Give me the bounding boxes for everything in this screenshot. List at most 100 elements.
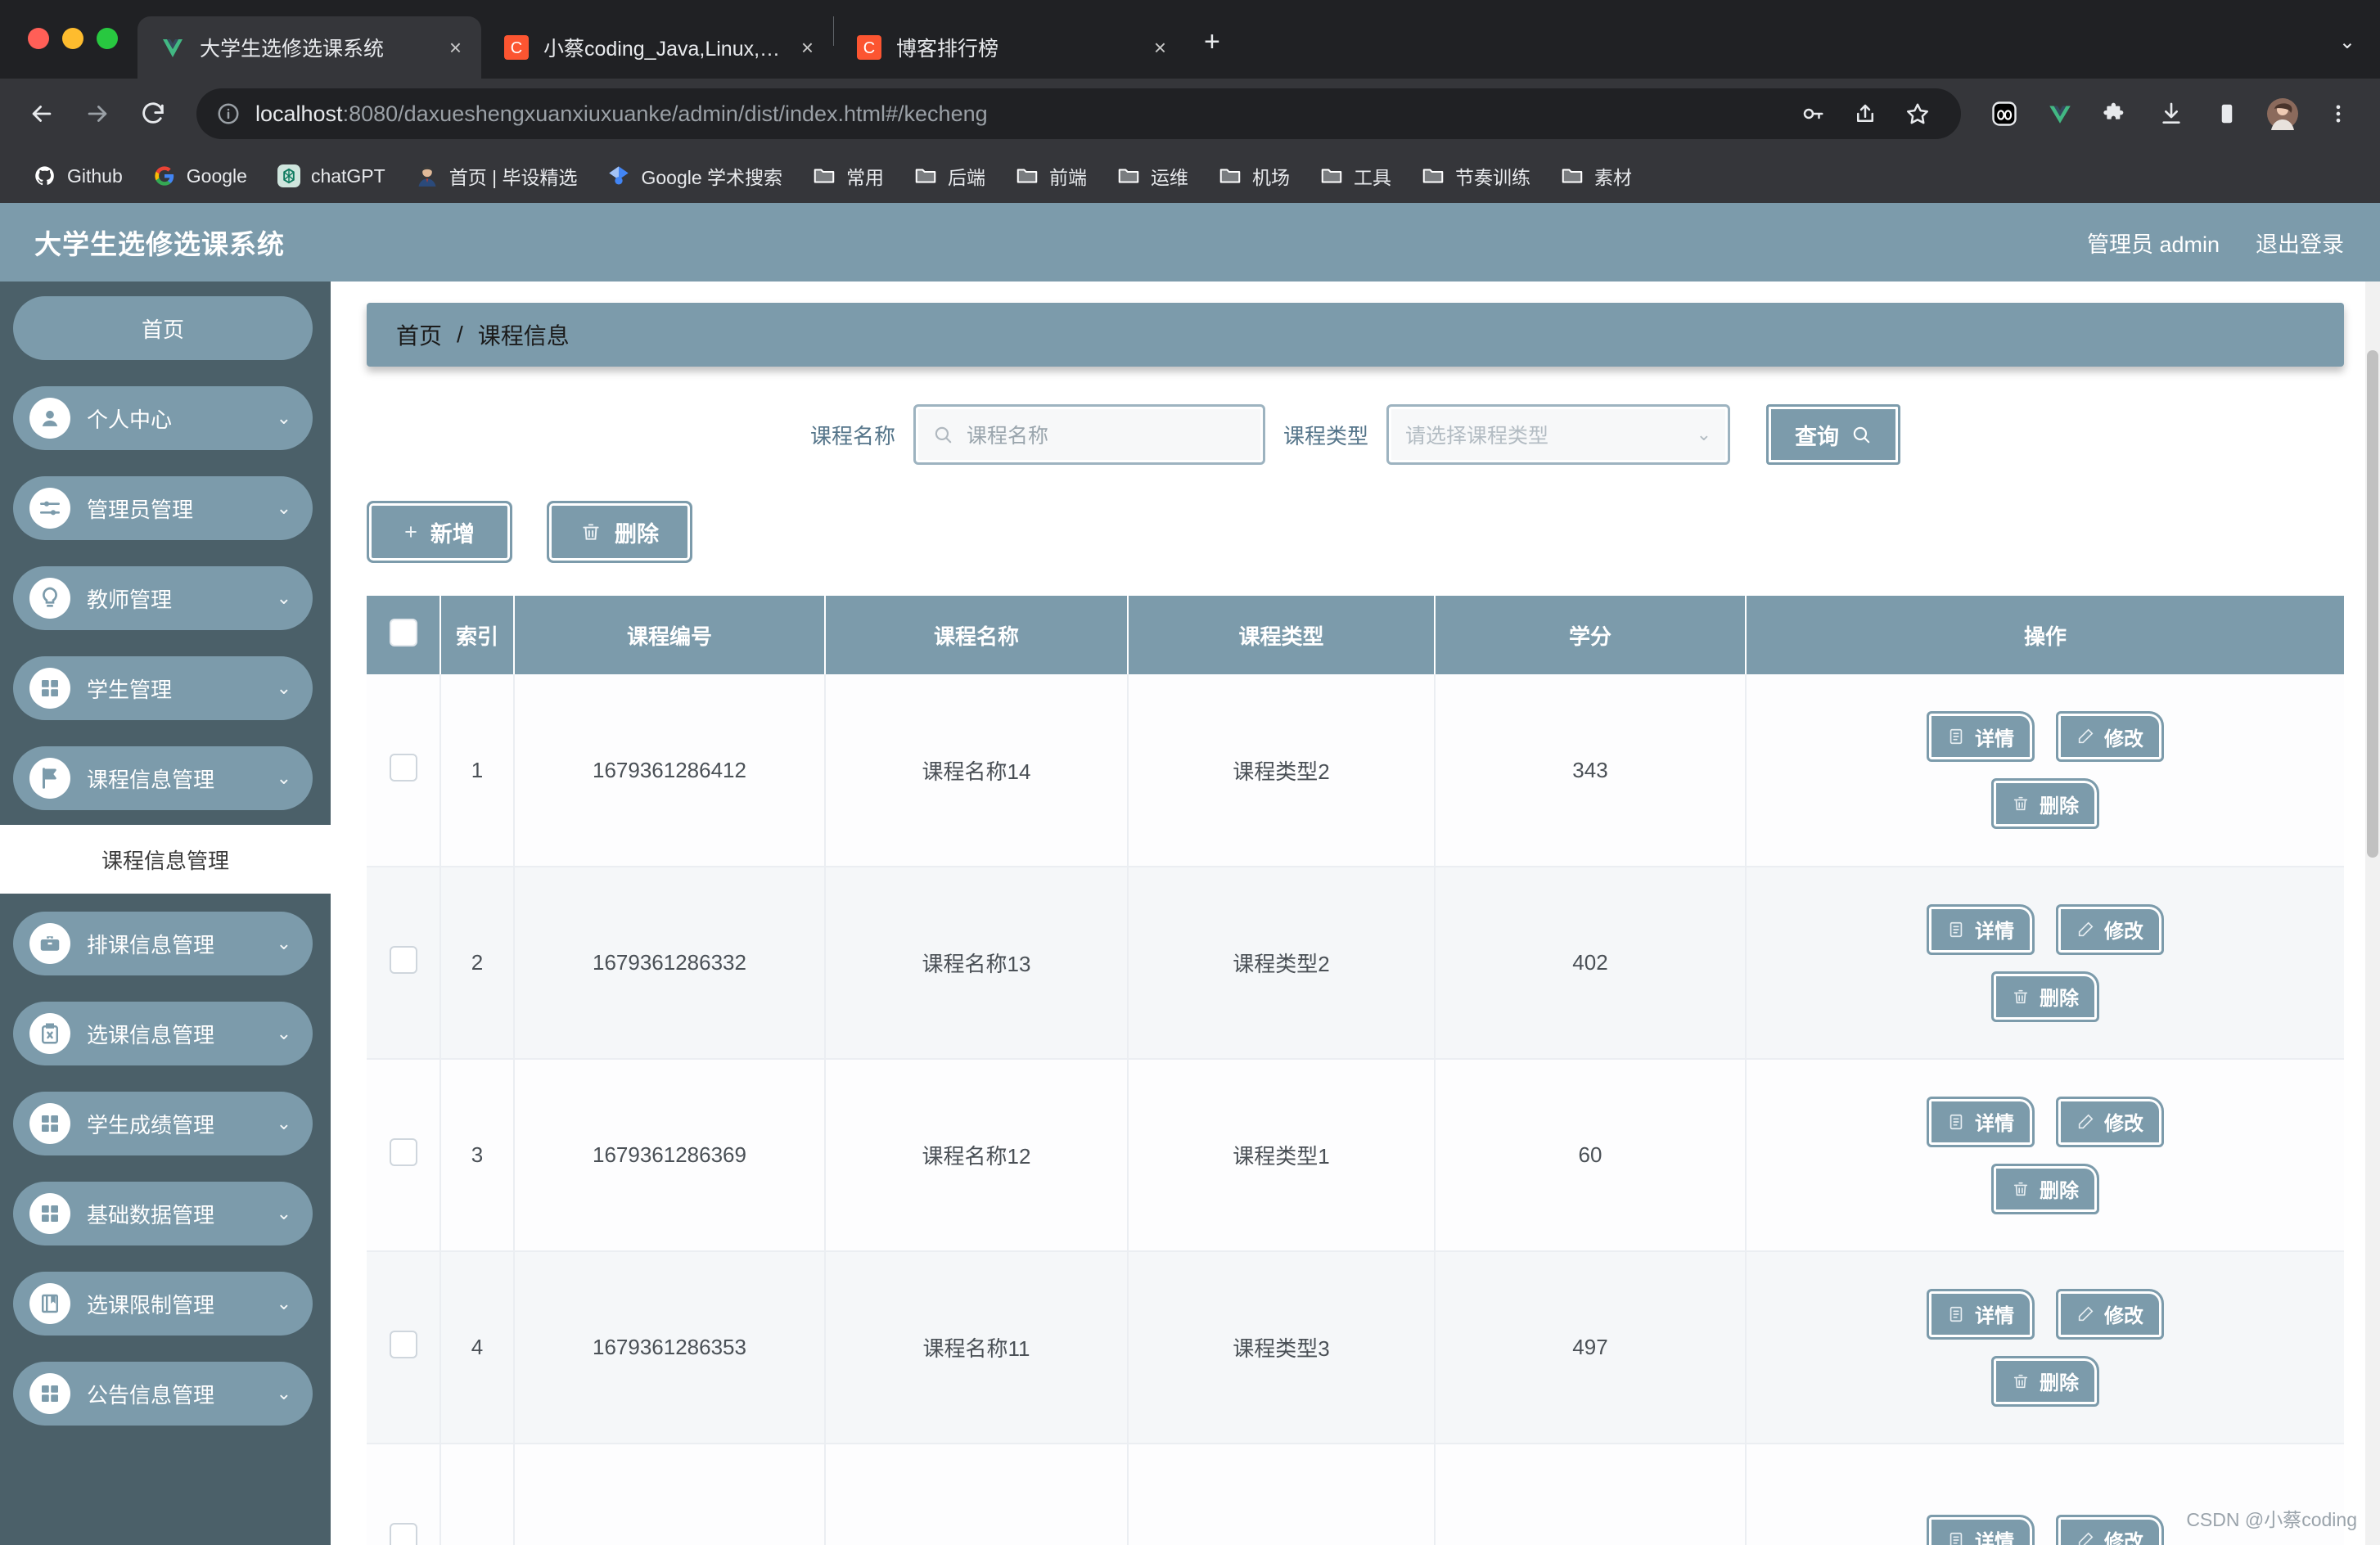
sidepanel-icon[interactable] (2203, 90, 2251, 137)
bookmark-folder-houduan[interactable]: 后端 (902, 157, 997, 195)
browser-tab-1[interactable]: 大学生选修选课系统 × (137, 16, 481, 79)
bookmark-folder-changyong[interactable]: 常用 (800, 157, 895, 195)
edit-button[interactable]: 修改 (2056, 1514, 2164, 1545)
browser-tab-3[interactable]: C 博客排行榜 × (834, 16, 1186, 79)
close-icon[interactable]: × (444, 32, 467, 63)
bookmark-chatgpt[interactable]: chatGPT (265, 159, 397, 193)
browser-tab-2[interactable]: C 小蔡coding_Java,Linux,前端-CS × (481, 16, 833, 79)
row-delete-button[interactable]: 删除 (1991, 1163, 2099, 1214)
select-all-checkbox[interactable] (389, 618, 417, 646)
edit-button[interactable]: 修改 (2056, 903, 2164, 955)
sidebar-item-student-management[interactable]: 学生管理 ⌄ (13, 656, 313, 720)
chevron-down-icon[interactable]: ⌄ (277, 678, 291, 699)
back-arrow-icon[interactable] (18, 90, 65, 137)
delete-button[interactable]: 删除 (547, 501, 692, 563)
scrollbar-thumb[interactable] (2367, 350, 2378, 858)
sidebar-item-teacher-management[interactable]: 教师管理 ⌄ (13, 566, 313, 630)
add-button[interactable]: + 新增 (367, 501, 512, 563)
bookmark-google[interactable]: Google (141, 159, 259, 193)
forward-arrow-icon[interactable] (74, 90, 121, 137)
table-row[interactable]: 4 1679361286353 课程名称11 课程类型3 497 详情 修改 删… (367, 1251, 2344, 1444)
search-button[interactable]: 查询 (1766, 404, 1901, 465)
sidebar-item-course-selection-management[interactable]: 选课信息管理 ⌄ (13, 1002, 313, 1065)
edit-button[interactable]: 修改 (2056, 1096, 2164, 1147)
chevron-down-icon[interactable]: ⌄ (277, 1023, 291, 1044)
chevron-down-icon[interactable]: ⌄ (277, 1203, 291, 1224)
detail-button[interactable]: 详情 (1927, 1096, 2035, 1147)
row-select-cell[interactable] (367, 1444, 441, 1545)
select-all-header[interactable] (367, 596, 441, 674)
row-checkbox[interactable] (389, 1523, 417, 1545)
course-type-select[interactable]: 请选择课程类型 ⌄ (1386, 404, 1731, 465)
edit-button[interactable]: 修改 (2056, 1288, 2164, 1340)
page-scrollbar[interactable] (2365, 203, 2380, 1545)
bookmark-folder-yunwei[interactable]: 运维 (1105, 157, 1200, 195)
share-icon[interactable] (1841, 90, 1889, 137)
row-checkbox[interactable] (389, 753, 417, 782)
row-delete-button[interactable]: 删除 (1991, 971, 2099, 1022)
table-row[interactable]: 详情 修改 (367, 1444, 2344, 1545)
bookmark-folder-qianduan[interactable]: 前端 (1003, 157, 1098, 195)
chevron-down-icon[interactable]: ⌄ (277, 588, 291, 609)
sidebar-item-personal-center[interactable]: 个人中心 ⌄ (13, 386, 313, 450)
bookmark-google-scholar[interactable]: Google 学术搜索 (595, 157, 794, 195)
bookmark-github[interactable]: Github (21, 159, 134, 193)
key-icon[interactable] (1789, 90, 1837, 137)
pocket-icon[interactable] (1981, 90, 2028, 137)
table-row[interactable]: 1 1679361286412 课程名称14 课程类型2 343 详情 修改 删… (367, 674, 2344, 867)
sidebar-item-course-info-management[interactable]: 课程信息管理 ⌄ (13, 746, 313, 810)
row-checkbox[interactable] (389, 1138, 417, 1166)
row-select-cell[interactable] (367, 1059, 441, 1252)
row-checkbox[interactable] (389, 946, 417, 974)
detail-button[interactable]: 详情 (1927, 711, 2035, 762)
sidebar-item-student-grade-management[interactable]: 学生成绩管理 ⌄ (13, 1092, 313, 1155)
course-name-input[interactable]: 课程名称 (913, 404, 1265, 465)
maximize-window-button[interactable] (97, 28, 118, 49)
reload-icon[interactable] (129, 90, 177, 137)
row-delete-button[interactable]: 删除 (1991, 1355, 2099, 1407)
row-delete-button[interactable]: 删除 (1991, 778, 2099, 829)
chevron-down-icon[interactable]: ⌄ (277, 768, 291, 789)
table-row[interactable]: 3 1679361286369 课程名称12 课程类型1 60 详情 修改 删除 (367, 1059, 2344, 1252)
puzzle-extensions-icon[interactable] (2092, 90, 2139, 137)
chevron-down-icon[interactable]: ⌄ (1697, 424, 1711, 445)
chevron-down-icon[interactable]: ⌄ (2339, 30, 2380, 79)
close-icon[interactable]: × (796, 32, 818, 63)
chevron-down-icon[interactable]: ⌄ (277, 933, 291, 954)
edit-button[interactable]: 修改 (2056, 711, 2164, 762)
vue-devtools-icon[interactable] (2036, 90, 2084, 137)
detail-button[interactable]: 详情 (1927, 1514, 2035, 1545)
close-window-button[interactable] (28, 28, 49, 49)
detail-button[interactable]: 详情 (1927, 1288, 2035, 1340)
info-circle-icon[interactable] (216, 101, 241, 126)
row-select-cell[interactable] (367, 1251, 441, 1444)
bookmark-folder-sucai[interactable]: 素材 (1548, 157, 1643, 195)
sidebar-item-schedule-management[interactable]: 排课信息管理 ⌄ (13, 912, 313, 975)
bookmark-biyesheji[interactable]: 首页 | 毕设精选 (403, 157, 589, 195)
breadcrumb-home[interactable]: 首页 (396, 318, 442, 351)
kebab-menu-icon[interactable] (2315, 90, 2362, 137)
download-icon[interactable] (2148, 90, 2195, 137)
minimize-window-button[interactable] (62, 28, 83, 49)
sidebar-item-home[interactable]: 首页 (13, 296, 313, 360)
bookmark-folder-jiezouxunlian[interactable]: 节奏训练 (1409, 157, 1542, 195)
sidebar-submenu-item-course-info-management[interactable]: 课程信息管理 (0, 825, 331, 894)
address-bar[interactable]: localhost:8080/daxueshengxuanxiuxuanke/a… (196, 88, 1961, 139)
table-row[interactable]: 2 1679361286332 课程名称13 课程类型2 402 详情 修改 删… (367, 867, 2344, 1060)
detail-button[interactable]: 详情 (1927, 903, 2035, 955)
chevron-down-icon[interactable]: ⌄ (277, 1383, 291, 1404)
star-icon[interactable] (1894, 90, 1941, 137)
sidebar-item-selection-limit-management[interactable]: 选课限制管理 ⌄ (13, 1272, 313, 1336)
bookmark-folder-gongju[interactable]: 工具 (1308, 157, 1403, 195)
row-checkbox[interactable] (389, 1331, 417, 1358)
avatar-icon[interactable] (2259, 90, 2306, 137)
new-tab-button[interactable]: + (1186, 28, 1238, 79)
chevron-down-icon[interactable]: ⌄ (277, 1293, 291, 1314)
logout-button[interactable]: 退出登录 (2256, 227, 2344, 259)
chevron-down-icon[interactable]: ⌄ (277, 1113, 291, 1134)
chevron-down-icon[interactable]: ⌄ (277, 408, 291, 429)
close-icon[interactable]: × (1149, 32, 1171, 63)
sidebar-item-admin-management[interactable]: 管理员管理 ⌄ (13, 476, 313, 540)
bookmark-folder-jichang[interactable]: 机场 (1206, 157, 1301, 195)
chevron-down-icon[interactable]: ⌄ (277, 498, 291, 519)
